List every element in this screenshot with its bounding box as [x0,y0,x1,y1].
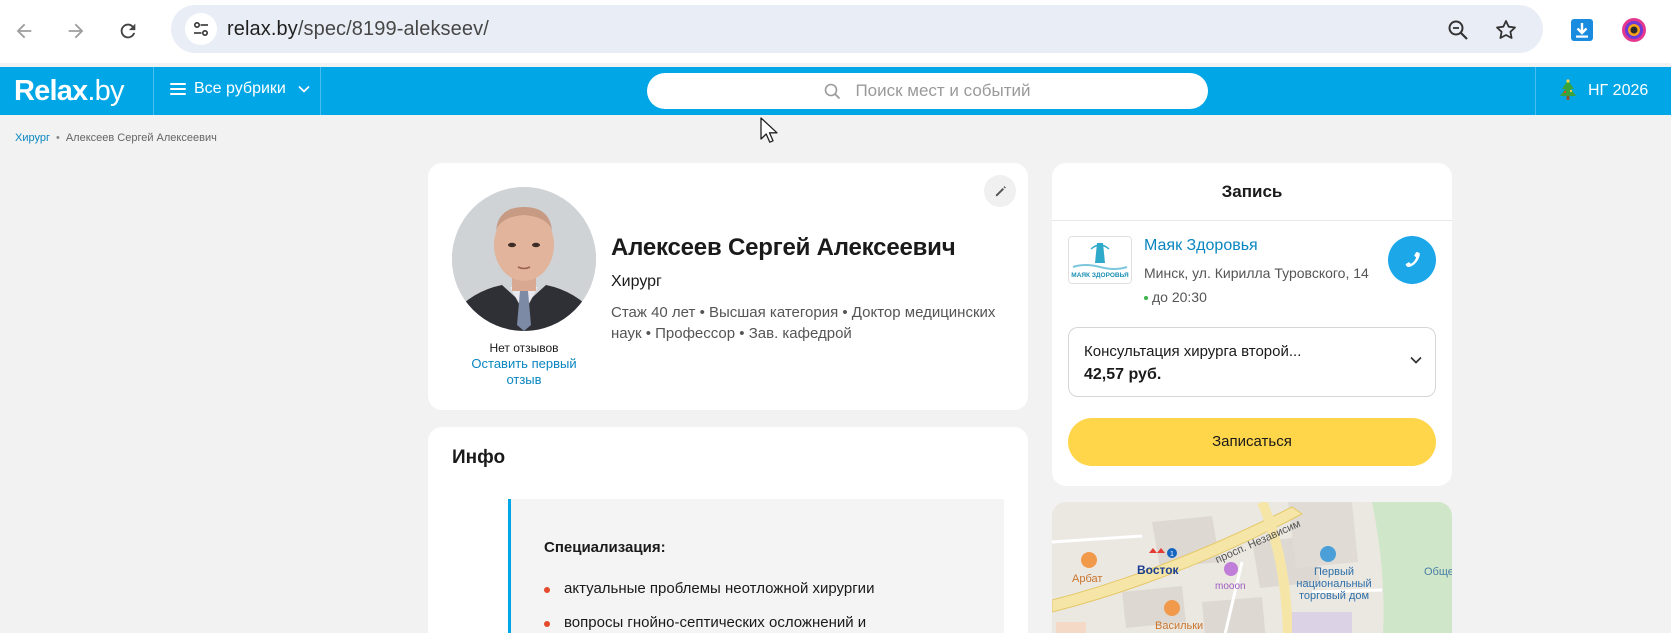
header-divider [153,67,154,115]
url-text[interactable]: relax.by/spec/8199-alekseev/ [227,18,489,41]
edit-button[interactable] [984,175,1016,207]
search-placeholder: Поиск мест и событий [855,81,1031,100]
new-year-link[interactable]: НГ 2026 [1558,79,1648,103]
search-input[interactable]: Поиск мест и событий [647,73,1208,109]
reload-icon[interactable] [111,14,145,48]
profile-icon[interactable] [1620,16,1648,44]
clinic-logo-text: МАЯК ЗДОРОВЬЯ [1071,272,1129,279]
logo-suffix: .by [87,75,124,107]
map-metro-label: Восток [1137,563,1179,577]
breadcrumb: Хирург • Алексеев Сергей Алексеевич [15,132,217,144]
leave-first-review-link[interactable]: Оставить первый отзыв [462,356,586,388]
book-button[interactable]: Записаться [1068,418,1436,466]
map-poi-label: mooon [1215,581,1246,592]
address-bar[interactable]: relax.by/spec/8199-alekseev/ [171,5,1543,53]
download-icon[interactable] [1568,16,1596,44]
header-divider [1535,67,1536,115]
mouse-cursor-icon [760,117,778,143]
doctor-specialty: Хирург [611,273,662,290]
url-path: /spec/8199-alekseev/ [297,18,489,40]
specialization-list: актуальные проблемы неотложной хирургии … [544,580,874,633]
specialization-title: Специализация: [544,539,666,556]
search-icon [825,83,841,99]
menu-icon [170,83,186,95]
list-item: вопросы гнойно-септических осложнений и [544,614,874,633]
info-title: Инфо [452,447,506,468]
map-poi-label: Первый национальный торговый дом [1296,566,1372,602]
site-header: Relax.by Все рубрики Поиск мест и событи… [0,67,1671,115]
chevron-down-icon [298,85,310,93]
bookmark-star-icon[interactable] [1493,17,1519,43]
clinic-hours-text: до 20:30 [1152,289,1207,305]
reviews-status: Нет отзывов [489,341,559,355]
forward-icon[interactable] [59,14,93,48]
chevron-down-icon [1410,356,1422,364]
pencil-icon [995,185,1006,196]
call-button[interactable] [1388,236,1436,284]
back-icon[interactable] [7,14,41,48]
browser-toolbar: relax.by/spec/8199-alekseev/ [0,0,1671,63]
site-settings-icon[interactable] [185,13,217,45]
doctor-name: Алексеев Сергей Алексеевич [611,234,956,261]
doctor-photo [452,187,596,331]
all-rubrics-menu[interactable]: Все рубрики [170,80,310,98]
map-poi-label: Васильки [1155,620,1204,632]
service-name: Консультация хирурга второй... [1084,343,1302,360]
map-canvas: 1 [1052,502,1452,633]
booking-title: Запись [1052,163,1452,221]
map-poi-label: Обще [1424,566,1452,578]
doctor-profile-card: Нет отзывов Оставить первый отзыв Алексе… [428,163,1028,410]
clinic-name-link[interactable]: Маяк Здоровья [1144,237,1258,255]
list-item: актуальные проблемы неотложной хирургии [544,580,874,614]
zoom-icon[interactable] [1445,17,1471,43]
url-host: relax.by [227,18,298,40]
info-card: Инфо Специализация: актуальные проблемы … [428,427,1028,633]
logo-text: Relax [14,75,88,107]
breadcrumb-separator: • [55,132,60,144]
breadcrumb-link-surgeon[interactable]: Хирург [15,132,50,144]
header-divider [320,67,321,115]
doctor-credentials: Стаж 40 лет • Высшая категория • Доктор … [611,304,996,342]
booking-card: Запись МАЯК ЗДОРОВЬЯ Маяк Здоровья Минск… [1052,163,1452,486]
phone-icon [1405,252,1420,268]
breadcrumb-current: Алексеев Сергей Алексеевич [65,132,217,144]
service-select[interactable]: Консультация хирурга второй... 42,57 руб… [1068,327,1436,397]
svg-text:1: 1 [1170,551,1174,558]
clinic-address: Минск, ул. Кирилла Туровского, 14 [1144,265,1369,281]
location-map[interactable]: 1 просп. Независим Восток Арбат mooon Ва… [1052,502,1452,633]
specialization-block: Специализация: актуальные проблемы неотл… [508,499,1004,633]
rubrics-label: Все рубрики [194,80,286,97]
map-poi-label: Арбат [1072,573,1103,585]
clinic-hours: до 20:30 [1144,289,1207,305]
site-logo[interactable]: Relax.by [14,75,124,108]
open-status-dot [1144,296,1148,300]
promo-label: НГ 2026 [1588,82,1649,99]
clinic-logo[interactable]: МАЯК ЗДОРОВЬЯ [1068,236,1132,284]
service-price: 42,57 руб. [1084,366,1162,383]
christmas-tree-icon [1560,79,1576,100]
